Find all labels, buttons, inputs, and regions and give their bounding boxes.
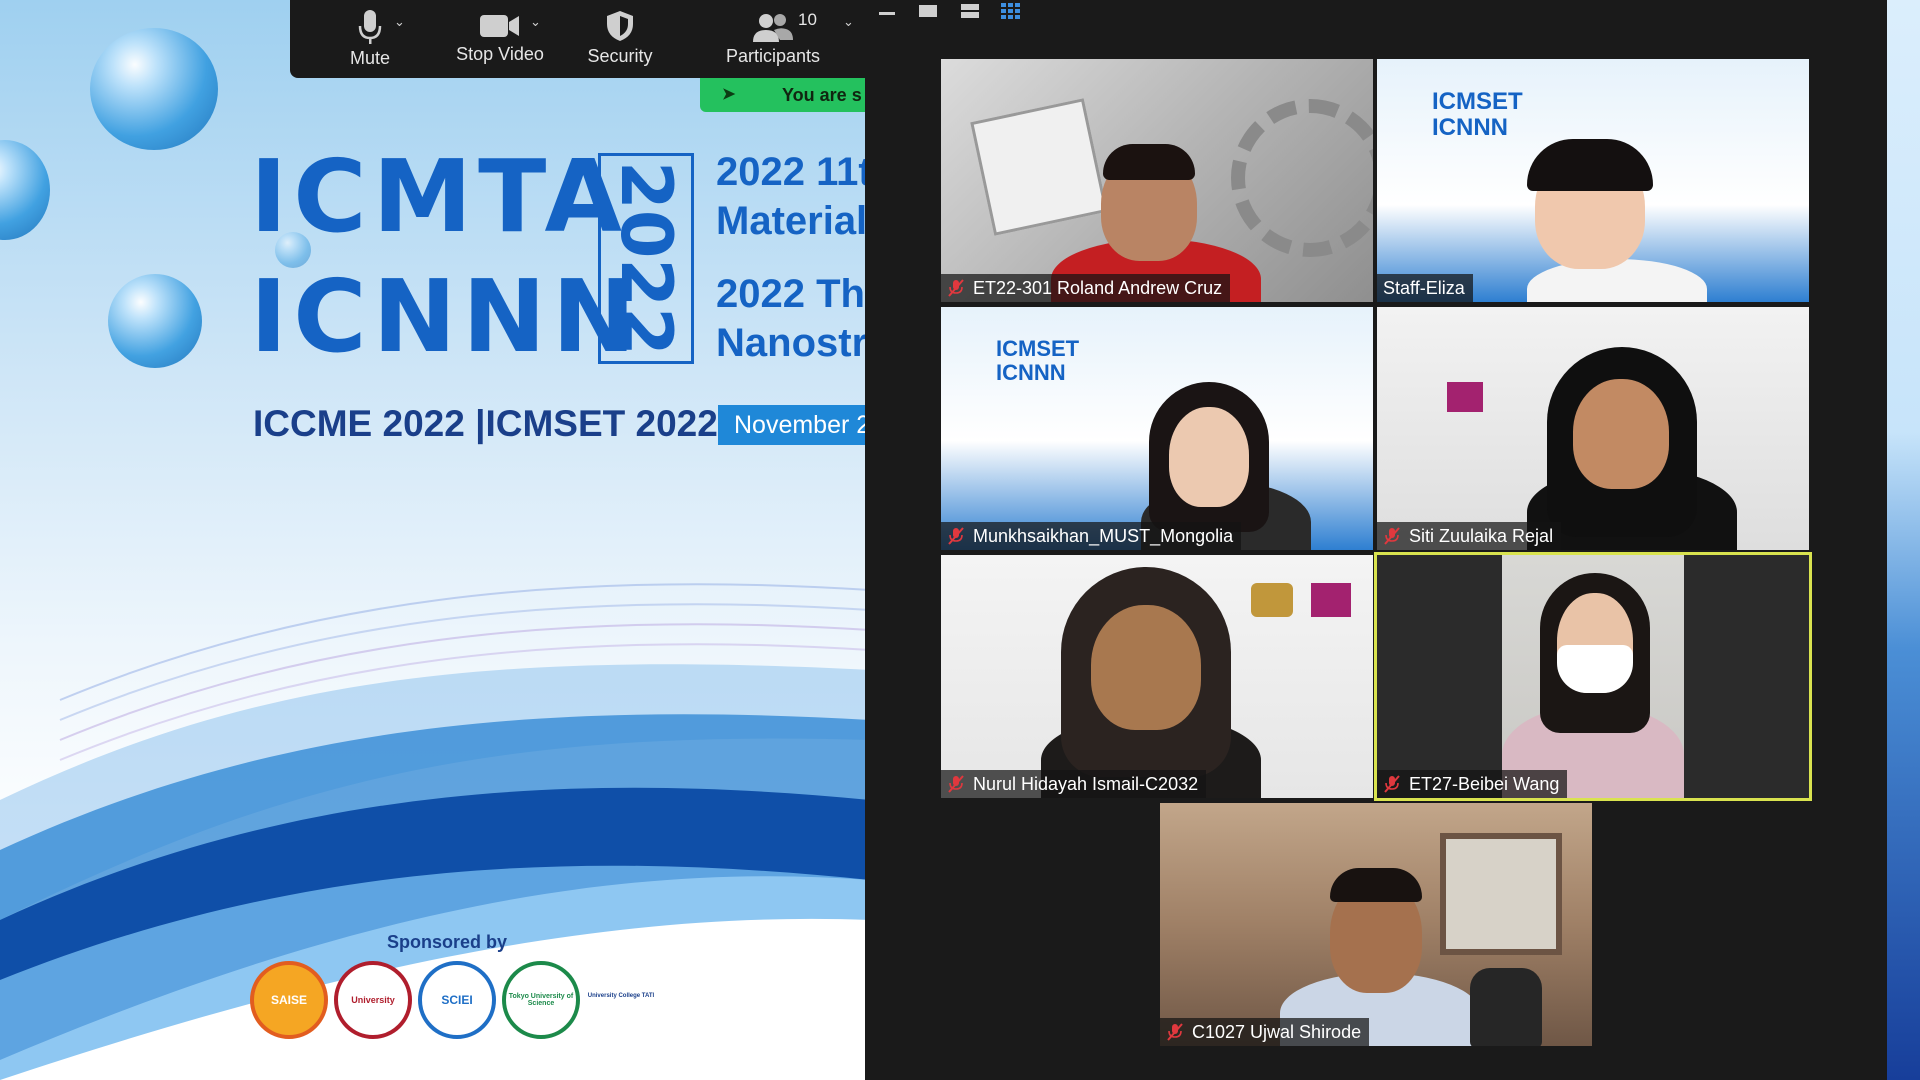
participant-hair — [1103, 144, 1195, 180]
gallery-grid-icon[interactable] — [999, 2, 1021, 20]
room-window — [1440, 833, 1562, 955]
virtual-background-crest — [1251, 583, 1293, 617]
participant-name: C1027 Ujwal Shirode — [1192, 1022, 1362, 1042]
video-tile-active-speaker[interactable]: ET27-Beibei Wang — [1374, 552, 1812, 801]
shield-icon — [607, 11, 633, 41]
participant-name: ET22-301 Roland Andrew Cruz — [973, 278, 1223, 298]
slide-subtitle: ICCME 2022 |ICMSET 2022 — [253, 403, 718, 444]
participant-name: Siti Zuulaika Rejal — [1409, 526, 1554, 546]
video-camera-icon — [480, 15, 519, 37]
conf2-line2: Nanostr — [716, 321, 868, 365]
sponsor-logo-saise: SAISE — [250, 961, 328, 1039]
participant-name-tag: Staff-Eliza — [1377, 274, 1473, 302]
video-tile[interactable]: C1027 Ujwal Shirode — [1160, 803, 1592, 1046]
backpack — [1470, 968, 1542, 1046]
participant-video-feed — [1502, 555, 1684, 798]
year-box: 2022 — [598, 153, 694, 364]
participant-head — [1573, 379, 1669, 489]
conf2-line1: 2022 Th — [716, 272, 865, 316]
participants-count: 10 — [798, 10, 817, 29]
muted-microphone-icon — [948, 527, 964, 545]
year-text: 2022 — [605, 161, 687, 356]
participant-name: Staff-Eliza — [1383, 278, 1465, 298]
participant-hair — [1330, 868, 1422, 902]
muted-microphone-icon — [948, 775, 964, 793]
video-tile[interactable]: ET22-301 Roland Andrew Cruz — [941, 59, 1373, 302]
virtual-background-banner: ICMSET ICNNN — [996, 336, 1080, 385]
video-tile[interactable]: ICMSET ICNNN Staff-Eliza — [1377, 59, 1809, 302]
face-mask — [1557, 645, 1633, 693]
participants-options-chevron-icon[interactable]: ⌄ — [843, 14, 854, 30]
participant-hair — [1527, 139, 1653, 191]
stop-video-button[interactable]: Stop Video — [440, 0, 560, 78]
participant-head — [1169, 407, 1249, 507]
security-label: Security — [587, 46, 653, 66]
participant-name-tag: Siti Zuulaika Rejal — [1377, 522, 1562, 550]
video-tile[interactable]: ICMSET ICNNN Munkhsaikhan_MUST_Mongolia — [941, 307, 1373, 550]
virtual-background-gears — [1231, 99, 1373, 257]
slide-title-icnnn: ICNNN — [250, 258, 642, 375]
muted-microphone-icon — [1384, 527, 1400, 545]
sponsor-logo-sciei: SCIEI — [418, 961, 496, 1039]
slide-title-icmta: ICMTA — [250, 138, 628, 255]
microphone-icon — [358, 10, 382, 44]
participant-name-tag: ET22-301 Roland Andrew Cruz — [941, 274, 1231, 302]
shared-screen-edge — [1887, 0, 1920, 1080]
conf1-line1: 2022 11t — [716, 150, 872, 194]
mute-options-chevron-icon[interactable]: ⌄ — [394, 14, 405, 30]
decorative-bubble — [90, 28, 218, 150]
conf1-line2: Material — [716, 199, 868, 243]
virtual-background-logo — [970, 98, 1108, 236]
decorative-bubble — [0, 140, 50, 240]
sharing-banner-text: You are s — [782, 85, 862, 105]
meeting-toolbar: Mute ⌄ Stop Video ⌄ Security Participant… — [290, 0, 865, 78]
stop-video-label: Stop Video — [456, 44, 544, 64]
mute-label: Mute — [349, 48, 391, 68]
virtual-background-mimos-logo — [1447, 382, 1483, 412]
participant-head — [1091, 605, 1201, 730]
participants-icon — [753, 14, 793, 42]
sponsor-logo-tati: University College TATI — [586, 961, 656, 1031]
participant-name: Munkhsaikhan_MUST_Mongolia — [973, 526, 1234, 546]
security-button[interactable]: Security — [570, 0, 670, 78]
participant-name-tag: C1027 Ujwal Shirode — [1160, 1018, 1370, 1046]
participant-name: Nurul Hidayah Ismail-C2032 — [973, 774, 1199, 794]
sharing-banner[interactable]: ➤ You are s — [700, 78, 865, 112]
video-tile[interactable]: Siti Zuulaika Rejal — [1377, 307, 1809, 550]
decorative-bubble — [108, 274, 202, 368]
pin-icon: ➤ — [722, 86, 736, 103]
mute-button[interactable]: Mute — [330, 0, 410, 78]
virtual-background-mimos-logo — [1311, 583, 1351, 617]
sponsor-logo-university: University — [334, 961, 412, 1039]
strip-view-icon[interactable] — [959, 2, 981, 20]
sponsor-logo-tokyo-university: Tokyo University of Science — [502, 961, 580, 1039]
participant-name-tag: Munkhsaikhan_MUST_Mongolia — [941, 522, 1242, 550]
video-options-chevron-icon[interactable]: ⌄ — [530, 14, 541, 30]
muted-microphone-icon — [1167, 1023, 1183, 1041]
speaker-view-icon[interactable] — [917, 2, 939, 20]
participant-name-tag: ET27-Beibei Wang — [1377, 770, 1568, 798]
minimize-icon[interactable] — [877, 2, 897, 18]
participants-button[interactable]: Participants — [708, 0, 838, 78]
virtual-background-banner: ICMSET ICNNN — [1432, 88, 1523, 141]
muted-microphone-icon — [1384, 775, 1400, 793]
video-tile[interactable]: Nurul Hidayah Ismail-C2032 — [941, 555, 1373, 798]
sponsored-by-label: Sponsored by — [387, 932, 508, 952]
participant-name: ET27-Beibei Wang — [1409, 774, 1560, 794]
participants-label: Participants — [725, 46, 821, 66]
participant-name-tag: Nurul Hidayah Ismail-C2032 — [941, 770, 1207, 798]
muted-microphone-icon — [948, 279, 964, 297]
